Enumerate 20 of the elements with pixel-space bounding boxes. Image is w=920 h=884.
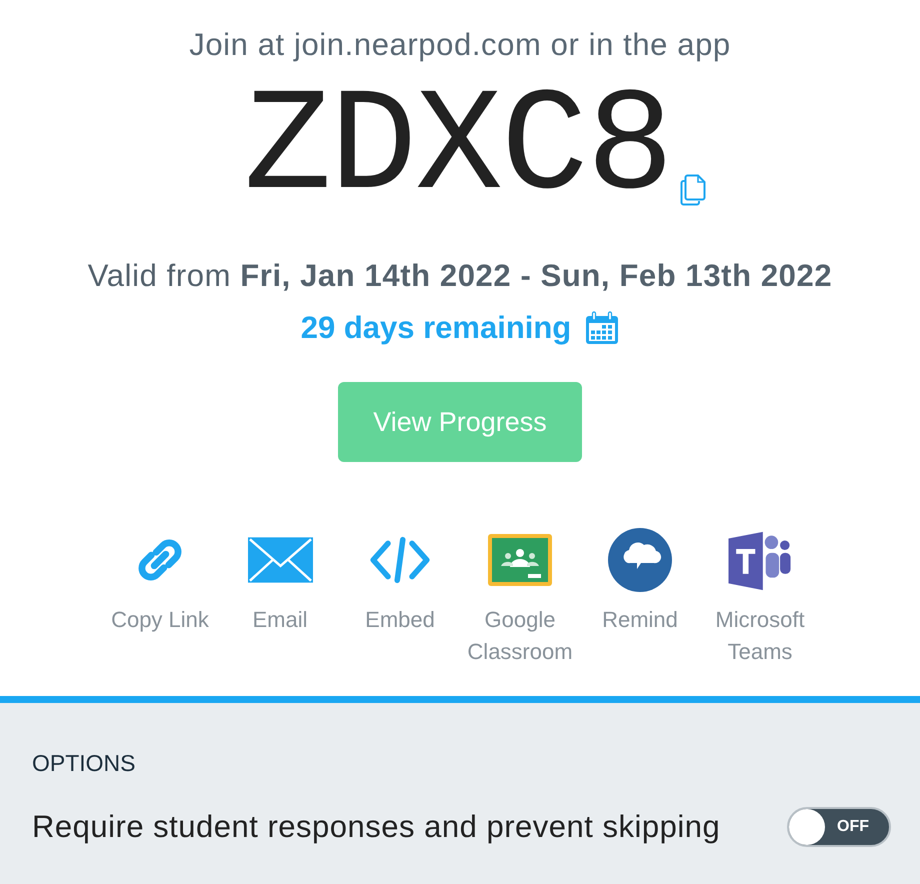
envelope-icon[interactable] bbox=[248, 537, 312, 583]
option-label: Require student responses and prevent skipping bbox=[32, 809, 720, 845]
join-code: ZDXC8 bbox=[244, 78, 672, 218]
share-option-label[interactable]: Remind bbox=[602, 604, 678, 636]
options-heading: OPTIONS bbox=[32, 749, 137, 777]
chalkboard-icon[interactable] bbox=[488, 534, 552, 586]
share-option-label[interactable]: Embed bbox=[365, 604, 435, 636]
days-remaining: 29 days remaining bbox=[300, 310, 572, 346]
share-option-label[interactable]: Microsoft Teams bbox=[704, 604, 816, 668]
copy-icon[interactable] bbox=[680, 174, 706, 206]
validity-dates: Valid from Fri, Jan 14th 2022 - Sun, Feb 13th 2022 bbox=[88, 258, 832, 294]
view-progress-button[interactable]: View Progress bbox=[338, 382, 582, 462]
toggle-switch[interactable]: OFF bbox=[787, 807, 891, 847]
calendar-icon[interactable] bbox=[585, 311, 620, 345]
share-option-label[interactable]: Google Classroom bbox=[464, 604, 576, 668]
share-option-label[interactable]: Copy Link bbox=[111, 604, 209, 636]
share-option-label[interactable]: Email bbox=[252, 604, 308, 636]
join-instructions: Join at join.nearpod.com or in the app bbox=[189, 28, 731, 62]
speech-bubble-icon[interactable] bbox=[608, 528, 672, 592]
code-icon[interactable] bbox=[368, 536, 432, 584]
